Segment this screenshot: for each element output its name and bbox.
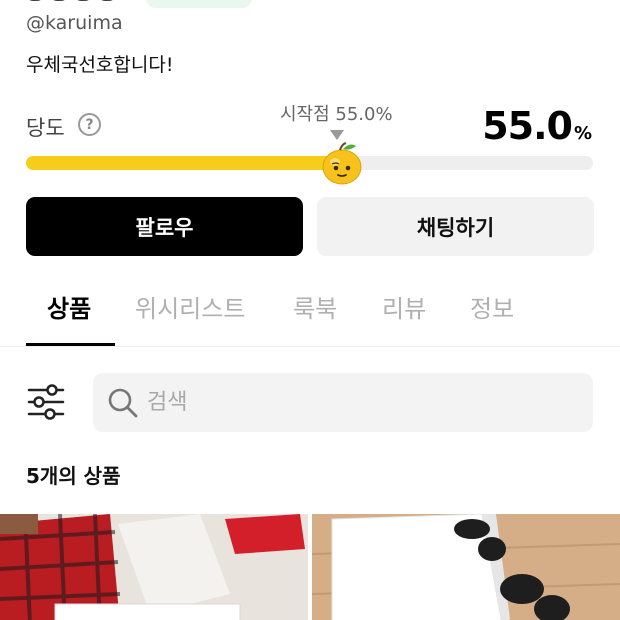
profile-bio: 우체국선호합니다! xyxy=(26,54,174,76)
sweetness-bar xyxy=(26,156,593,170)
username: @karuima xyxy=(26,12,123,34)
product-thumbnail-2[interactable] xyxy=(312,514,620,620)
sweetness-label: 당도 xyxy=(26,116,65,140)
question-mark-icon[interactable]: ? xyxy=(78,113,101,136)
active-tab-indicator xyxy=(26,343,115,346)
product-photo-1 xyxy=(0,514,308,620)
product-count: 5개의 상품 xyxy=(26,464,121,488)
sliders-icon[interactable] xyxy=(26,382,66,422)
product-thumbnail-1[interactable] xyxy=(0,514,308,620)
sweetness-bar-fill xyxy=(26,156,338,170)
profile-tabs: 상품 위시리스트 룩북 리뷰 정보 xyxy=(0,283,620,347)
cut-off-badge xyxy=(146,0,252,8)
tab-products[interactable]: 상품 xyxy=(47,289,91,324)
follow-button[interactable]: 팔로우 xyxy=(26,197,303,256)
magnifier-icon xyxy=(108,388,138,417)
start-point-label: 시작점 55.0% xyxy=(280,104,393,125)
product-photo-2 xyxy=(312,514,620,620)
sweetness-value: 55.0 xyxy=(482,104,573,148)
search-bar[interactable] xyxy=(93,373,593,432)
chat-button[interactable]: 채팅하기 xyxy=(317,197,594,256)
tab-lookbook[interactable]: 룩북 xyxy=(293,289,337,324)
tab-wishlist[interactable]: 위시리스트 xyxy=(135,289,245,324)
search-input[interactable] xyxy=(147,390,567,415)
tab-info[interactable]: 정보 xyxy=(470,289,514,324)
sweetness-unit: % xyxy=(573,123,592,144)
sweetness-percent: 55.0% xyxy=(482,104,592,148)
store-profile-page: @karuima 우체국선호합니다! 당도 ? 시작점 55.0% 55.0% … xyxy=(0,0,620,620)
apple-emoji-icon xyxy=(322,142,362,185)
start-point-marker-icon xyxy=(330,130,344,140)
tab-reviews[interactable]: 리뷰 xyxy=(382,289,426,324)
cut-off-header-text xyxy=(26,0,146,4)
